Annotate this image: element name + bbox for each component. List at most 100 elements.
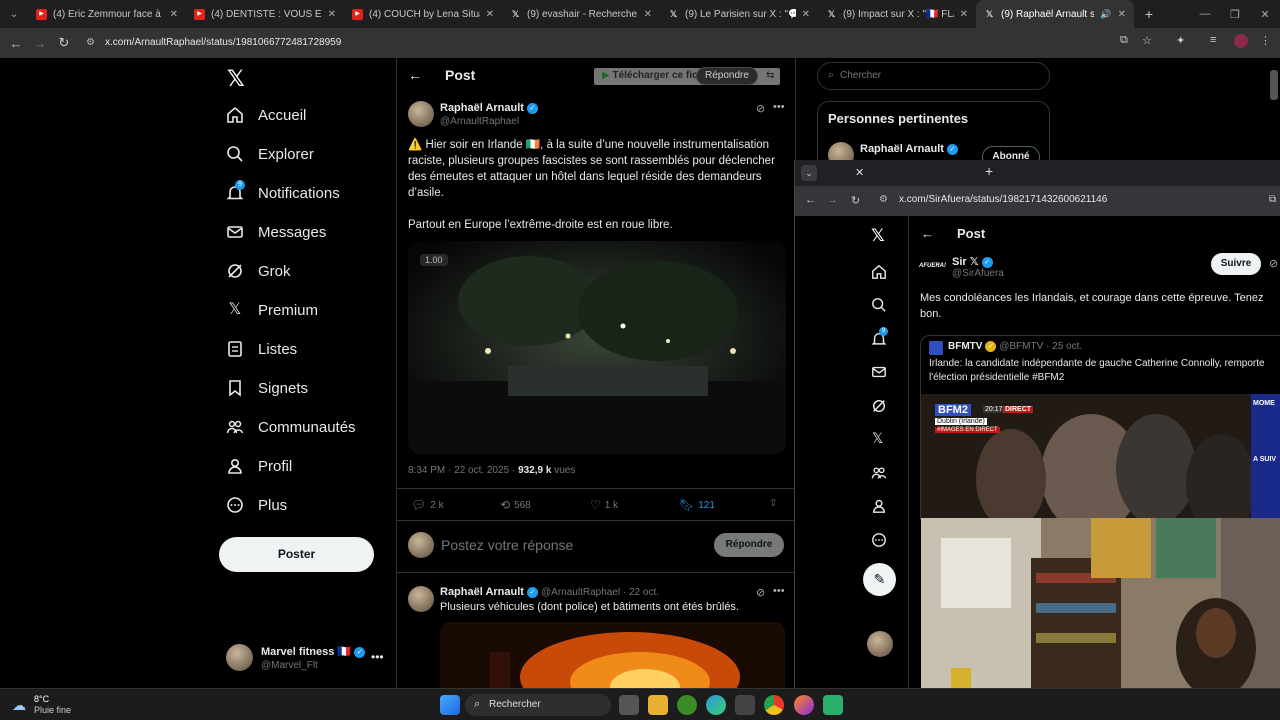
more-horizontal-icon[interactable]: ••• (773, 101, 785, 113)
thread-reply-image[interactable] (440, 622, 785, 688)
sidebar-item-premium[interactable]: 𝕏 Premium (226, 301, 318, 319)
tab-close-icon[interactable]: ✕ (644, 9, 652, 20)
reply-submit-button[interactable]: Répondre (714, 533, 784, 557)
close-window-button[interactable]: ✕ (1250, 8, 1280, 21)
sidebar-item-communautes[interactable]: Communautés (226, 418, 356, 436)
related-name[interactable]: Raphaël Arnault ✓ (860, 143, 958, 155)
avatar[interactable] (867, 631, 893, 657)
site-info-icon[interactable]: ⚙ (879, 194, 888, 205)
edge-icon[interactable] (706, 695, 726, 715)
more-circle-icon[interactable] (871, 532, 887, 548)
tab-list-chevron-icon[interactable]: ⌄ (0, 9, 28, 20)
browser-tab[interactable]: ▶ (4) Eric Zemmour face à Pascal ✕ (28, 0, 186, 28)
menu-icon[interactable]: ⋮ (1260, 34, 1271, 47)
url-bar[interactable]: ⚙ x.com/ArnaultRaphael/status/1981066772… (80, 33, 1110, 53)
minimize-button[interactable]: — (1190, 8, 1220, 20)
back-arrow-icon[interactable]: ← (408, 67, 422, 83)
site-info-icon[interactable]: ⚙ (86, 33, 95, 53)
back-arrow-icon[interactable]: ← (805, 194, 816, 206)
tab-close-icon[interactable]: ✕ (960, 9, 968, 20)
tab-list-chevron-icon[interactable]: ⌄ (801, 165, 817, 181)
reload-icon[interactable]: ↻ (851, 194, 860, 207)
scrollbar-thumb[interactable] (1270, 70, 1278, 100)
x-logo-icon[interactable]: 𝕏 (871, 226, 885, 246)
post-video[interactable]: 1.00 (408, 241, 786, 454)
compose-post-button[interactable]: ✎ (863, 563, 896, 596)
new-tab-button[interactable]: + (1134, 6, 1164, 22)
sliders-icon[interactable]: ⇆ (766, 70, 774, 81)
grok-icon[interactable]: ⊘ (756, 586, 765, 599)
new-tab-button[interactable]: + (985, 163, 993, 179)
bell-icon[interactable]: 9 (871, 327, 888, 347)
tab-close-icon[interactable]: ✕ (855, 166, 864, 179)
firefox-icon[interactable] (794, 695, 814, 715)
sidebar-item-signets[interactable]: Signets (226, 379, 308, 397)
home-icon[interactable] (871, 264, 887, 280)
file-explorer-icon[interactable] (648, 695, 668, 715)
post-author-name[interactable]: Sir 𝕏 ✓ (952, 255, 993, 268)
tab-close-icon[interactable]: ✕ (170, 9, 178, 20)
follow-button[interactable]: Suivre (1211, 253, 1261, 275)
profile-avatar[interactable] (1234, 34, 1248, 48)
browser-tab[interactable]: 𝕏 (9) Le Parisien sur X : "💬 «Un c ✕ (660, 0, 818, 28)
browser-tab[interactable]: 𝕏 (9) Impact sur X : "🇫🇷 FLASH TO ✕ (818, 0, 976, 28)
reload-icon[interactable]: ↻ (52, 35, 76, 51)
more-horizontal-icon[interactable]: ••• (371, 650, 384, 664)
bookmark-action[interactable]: 🔖︎ 121 (679, 498, 715, 512)
forward-arrow-icon[interactable]: → (28, 36, 52, 51)
forward-arrow-icon[interactable]: → (827, 194, 838, 206)
windows-start-icon[interactable] (440, 695, 460, 715)
weather-widget[interactable]: ☁ 8°C Pluie fine (8, 694, 128, 716)
tab-close-icon[interactable]: ✕ (802, 9, 810, 20)
post-author-handle[interactable]: @ArnaultRaphael (440, 116, 519, 127)
back-arrow-icon[interactable]: ← (921, 226, 934, 241)
reply-input[interactable]: Postez votre réponse (441, 537, 573, 553)
taskbar-search[interactable]: ⌕ Rechercher (465, 694, 611, 716)
sidebar-item-explorer[interactable]: Explorer (226, 145, 314, 163)
repost-action[interactable]: ⟲ 568 (500, 498, 531, 512)
search-input[interactable]: ⌕ Chercher (817, 62, 1050, 90)
post-author-handle[interactable]: @SirAfuera (952, 268, 1004, 279)
chrome-icon[interactable] (764, 695, 784, 715)
speaker-icon[interactable]: 🔊 (1100, 9, 1111, 20)
quoted-post[interactable]: BFMTV ✓ @BFMTV · 25 oct. Irlande: la cand… (920, 335, 1280, 520)
install-icon[interactable]: ⧉ (1269, 194, 1276, 205)
sidebar-item-accueil[interactable]: Accueil (226, 106, 306, 124)
maximize-button[interactable]: ❐ (1220, 8, 1250, 21)
quoted-video[interactable]: BFM2 20:17 DIRECT Dublin (Irlande) #IMAG… (921, 394, 1280, 519)
install-icon[interactable]: ⧉ (1120, 34, 1128, 47)
app-icon[interactable] (823, 695, 843, 715)
mail-icon[interactable] (871, 364, 887, 380)
more-horizontal-icon[interactable]: ••• (773, 585, 785, 597)
sidebar-item-plus[interactable]: Plus (226, 496, 287, 514)
tab-close-icon[interactable]: ✕ (328, 9, 336, 20)
browser-tab[interactable]: 𝕏 (9) evashair - Recherche / X ✕ (502, 0, 660, 28)
post-button[interactable]: Poster (219, 537, 374, 572)
x-icon[interactable]: 𝕏 (872, 430, 883, 447)
account-switcher[interactable]: Marvel fitness 🇫🇷 ✓ @Marvel_Flt ••• (226, 644, 396, 674)
like-action[interactable]: ♡ 1 k (590, 498, 618, 512)
browser-tab[interactable]: ▶ (4) DENTISTE : VOUS ÊTES SALE ✕ (186, 0, 344, 28)
people-icon[interactable] (871, 465, 887, 481)
grok-icon[interactable]: ⊘ (1269, 257, 1278, 270)
tab-close-icon[interactable]: ✕ (486, 9, 494, 20)
x-logo-icon[interactable]: 𝕏 (227, 66, 245, 92)
browser-tab[interactable]: ▶ (4) COUCH by Lena Situations ✕ (344, 0, 502, 28)
nvidia-icon[interactable] (677, 695, 697, 715)
sidebar-item-messages[interactable]: Messages (226, 223, 326, 241)
person-icon[interactable] (871, 498, 887, 514)
overlay-reply-button[interactable]: Répondre (696, 67, 758, 85)
search-icon[interactable] (871, 297, 887, 313)
sidebar-item-listes[interactable]: Listes (226, 340, 297, 358)
post-author-name[interactable]: Raphaël Arnault ✓ (440, 102, 538, 114)
avatar[interactable]: AFUERA! (919, 257, 947, 275)
download-overlay[interactable]: ▶ Télécharger ce fichi Répondre ⇆ (594, 67, 780, 85)
task-view-icon[interactable] (619, 695, 639, 715)
media-icon[interactable]: ≡ (1210, 34, 1216, 46)
tab-close-icon[interactable]: ✕ (1118, 9, 1126, 20)
back-arrow-icon[interactable]: ← (4, 36, 28, 51)
sidebar-item-profil[interactable]: Profil (226, 457, 292, 475)
sidebar-item-notifications[interactable]: 9 Notifications (226, 180, 340, 202)
share-icon[interactable]: ⇪ (769, 498, 777, 509)
reply-action[interactable]: 💬︎ 2 k (411, 498, 444, 512)
